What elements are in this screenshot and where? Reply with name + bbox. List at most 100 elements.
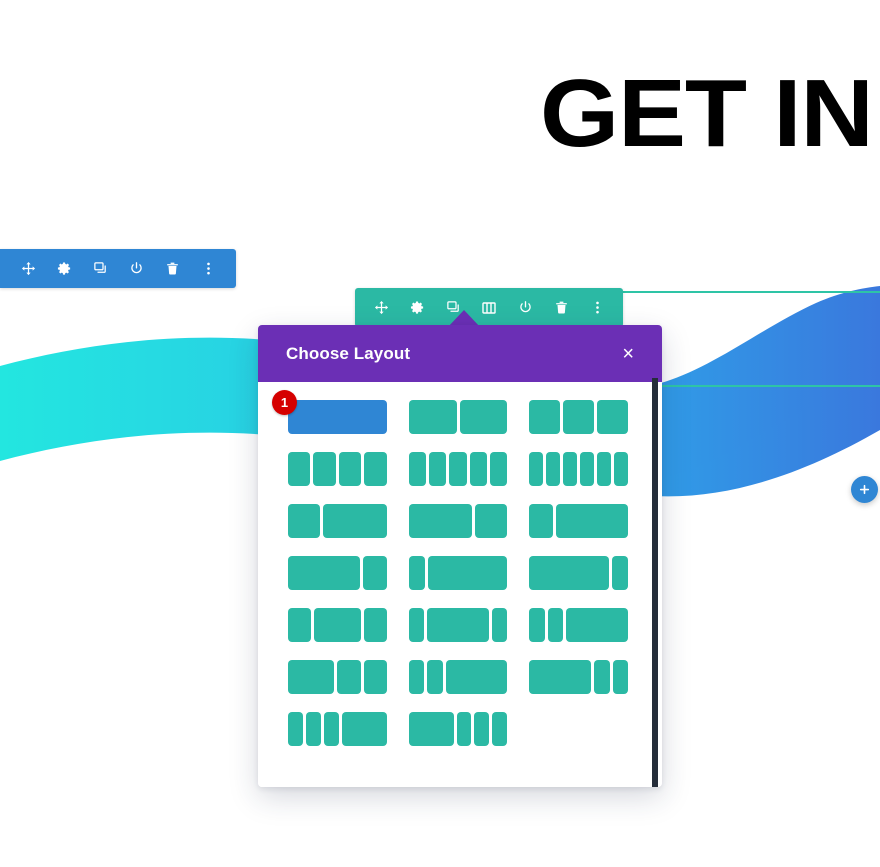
layout-column <box>475 504 508 538</box>
background-wave-right-band <box>636 286 880 479</box>
layout-column <box>288 504 320 538</box>
layout-column <box>612 660 628 694</box>
choose-layout-modal: Choose Layout × 1 <box>258 325 662 787</box>
layout-column <box>305 712 321 746</box>
layout-column <box>492 712 508 746</box>
layout-column <box>469 452 487 486</box>
layout-column <box>529 504 554 538</box>
page-title: GET IN <box>540 60 874 167</box>
move-icon[interactable] <box>14 249 42 288</box>
layout-column <box>428 452 447 486</box>
layout-third-twothirds[interactable] <box>288 504 387 538</box>
layout-column <box>459 400 508 434</box>
layout-column <box>363 608 387 642</box>
layout-column <box>474 712 490 746</box>
layout-column <box>614 452 628 486</box>
layout-column <box>456 712 472 746</box>
power-icon[interactable] <box>511 288 539 327</box>
layout-column <box>362 556 387 590</box>
section-guide-line-middle <box>655 385 880 387</box>
layout-column <box>288 608 312 642</box>
layout-quarter-threequarter[interactable] <box>529 504 628 538</box>
layout-column <box>408 556 425 590</box>
layout-column <box>529 400 561 434</box>
layout-column <box>408 400 457 434</box>
layout-sixth-twothirds-sixth[interactable] <box>408 608 508 642</box>
power-icon[interactable] <box>122 249 150 288</box>
layout-column <box>566 608 628 642</box>
layout-column <box>491 608 508 642</box>
layout-column <box>341 712 387 746</box>
layout-column <box>597 452 612 486</box>
layout-column <box>337 660 361 694</box>
layout-threequarter-quarter[interactable] <box>288 556 387 590</box>
layout-column <box>580 452 595 486</box>
add-section-button[interactable] <box>851 476 878 503</box>
layout-sixth-sixth-twothirds[interactable] <box>529 608 628 642</box>
layout-column <box>612 556 628 590</box>
layout-twothirds-sixth-sixth[interactable] <box>529 660 628 694</box>
section-settings-toolbar[interactable] <box>355 288 623 327</box>
layout-column <box>427 660 443 694</box>
layout-column <box>449 452 467 486</box>
layout-column <box>288 556 360 590</box>
layout-column <box>597 400 628 434</box>
layout-column <box>529 608 545 642</box>
layout-fivesixth-sixth[interactable] <box>529 556 628 590</box>
layout-sixth-x3-half[interactable] <box>288 712 387 746</box>
row-settings-toolbar[interactable] <box>0 249 236 288</box>
modal-scrollbar[interactable] <box>652 378 658 787</box>
layout-column <box>338 452 362 486</box>
kebab-menu-icon[interactable] <box>194 249 222 288</box>
gear-icon[interactable] <box>50 249 78 288</box>
layout-column <box>563 452 578 486</box>
layout-column <box>489 452 508 486</box>
layout-column <box>322 504 387 538</box>
trash-icon[interactable] <box>158 249 186 288</box>
layout-column <box>547 608 564 642</box>
layout-column <box>408 660 425 694</box>
layout-column <box>288 712 303 746</box>
layout-options-grid: 1 <box>272 390 628 746</box>
close-icon[interactable]: × <box>616 340 640 368</box>
layout-column <box>546 452 561 486</box>
layout-column <box>408 608 425 642</box>
layout-twothirds-third[interactable] <box>408 504 508 538</box>
layout-column <box>363 660 387 694</box>
gear-icon[interactable] <box>403 288 431 327</box>
layout-column <box>288 400 387 434</box>
kebab-menu-icon[interactable] <box>583 288 611 327</box>
layout-column <box>408 504 473 538</box>
layout-3-column[interactable] <box>529 400 628 434</box>
layout-sixth-sixth-half[interactable] <box>408 660 508 694</box>
trash-icon[interactable] <box>547 288 575 327</box>
step-badge: 1 <box>272 390 297 415</box>
layout-half-sixth-x3[interactable] <box>408 712 508 746</box>
layout-column <box>427 556 508 590</box>
modal-title: Choose Layout <box>286 343 411 363</box>
layout-column <box>323 712 339 746</box>
layout-sixth-fivesixth[interactable] <box>408 556 508 590</box>
layout-column <box>563 400 595 434</box>
modal-header: Choose Layout × <box>258 325 662 382</box>
layout-column <box>556 504 628 538</box>
layout-half-quarter-quarter[interactable] <box>288 660 387 694</box>
layout-column <box>313 452 336 486</box>
layout-column <box>288 452 311 486</box>
layout-quarter-half-quarter[interactable] <box>288 608 387 642</box>
layout-column <box>594 660 610 694</box>
modal-body: 1 <box>258 382 662 787</box>
layout-2-column[interactable] <box>408 400 508 434</box>
duplicate-icon[interactable] <box>86 249 114 288</box>
layout-column <box>529 660 592 694</box>
layout-column <box>288 660 335 694</box>
layout-column <box>529 556 610 590</box>
layout-column <box>529 452 544 486</box>
move-icon[interactable] <box>367 288 395 327</box>
layout-column <box>408 452 426 486</box>
layout-4-column[interactable] <box>288 452 387 486</box>
layout-5-column[interactable] <box>408 452 508 486</box>
layout-column <box>364 452 387 486</box>
layout-6-column[interactable] <box>529 452 628 486</box>
layout-1-column[interactable]: 1 <box>272 390 387 434</box>
